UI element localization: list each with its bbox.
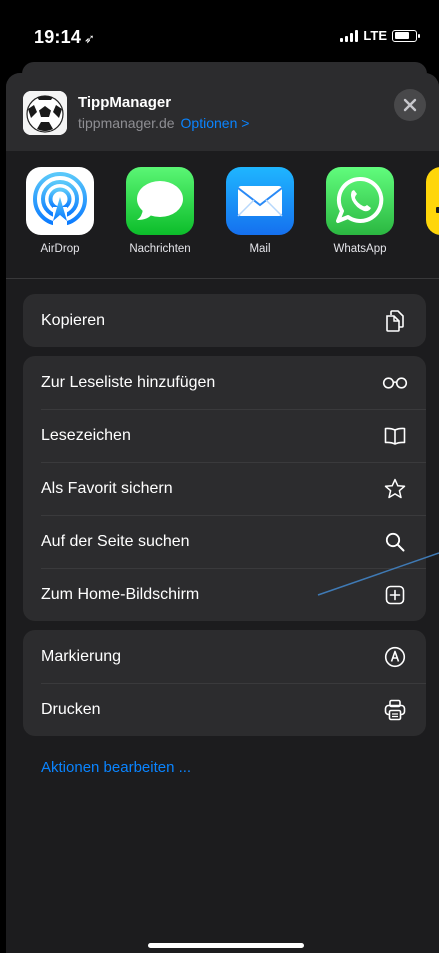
share-app-whatsapp[interactable]: WhatsApp	[314, 167, 406, 255]
share-url: tippmanager.de	[78, 115, 175, 131]
whatsapp-icon	[326, 167, 394, 235]
share-app-mail[interactable]: Mail	[214, 167, 306, 255]
share-header: TippManager tippmanager.de Optionen >	[6, 73, 439, 151]
home-indicator[interactable]	[148, 943, 304, 948]
share-app-airdrop[interactable]: AirDrop	[14, 167, 106, 255]
close-button[interactable]	[394, 89, 426, 121]
action-copy[interactable]: Kopieren	[23, 294, 426, 347]
action-label: Zur Leseliste hinzufügen	[41, 373, 216, 391]
star-icon	[382, 476, 408, 502]
action-label: Markierung	[41, 647, 122, 665]
markup-icon	[382, 644, 408, 670]
status-time: 19:14 ➶	[34, 27, 95, 48]
app-label-whatsapp: WhatsApp	[333, 243, 387, 255]
network-type: LTE	[363, 28, 387, 43]
location-arrow-icon: ➶	[84, 31, 96, 46]
status-indicators: LTE	[340, 28, 420, 43]
action-print[interactable]: Drucken	[23, 683, 426, 736]
battery-icon	[392, 29, 420, 42]
app-label-airdrop: AirDrop	[40, 243, 80, 255]
site-thumbnail-soccer-ball-icon	[23, 91, 67, 135]
clock: 19:14	[34, 27, 82, 47]
action-markup[interactable]: Markierung	[23, 630, 426, 683]
share-title: TippManager	[78, 94, 172, 111]
action-label: Kopieren	[41, 311, 106, 329]
edit-actions-link[interactable]: Aktionen bearbeiten ...	[41, 759, 191, 776]
app-label-messages: Nachrichten	[129, 243, 191, 255]
add-square-icon	[382, 582, 408, 608]
copy-icon	[382, 308, 408, 334]
print-icon	[382, 697, 408, 723]
search-icon	[382, 529, 408, 555]
close-icon	[403, 98, 417, 112]
app-label-mail: Mail	[249, 243, 271, 255]
share-app-partial[interactable]: S	[414, 167, 439, 255]
action-label: Auf der Seite suchen	[41, 532, 190, 550]
actions-group-copy: Kopieren	[23, 294, 426, 347]
share-subtitle: tippmanager.de Optionen >	[78, 115, 249, 131]
share-sheet: TippManager tippmanager.de Optionen > Ai…	[6, 73, 439, 953]
action-reading-list[interactable]: Zur Leseliste hinzufügen	[23, 356, 426, 409]
mail-icon	[226, 167, 294, 235]
battery-level	[394, 32, 409, 39]
action-find-on-page[interactable]: Auf der Seite suchen	[23, 515, 426, 568]
share-apps-row[interactable]: AirDrop Nachrichten Mail WhatsApp	[6, 155, 439, 265]
action-favorite[interactable]: Als Favorit sichern	[23, 462, 426, 515]
action-add-to-home-screen[interactable]: Zum Home-Bildschirm	[23, 568, 426, 621]
section-divider	[6, 278, 439, 279]
actions-group-tools: Markierung Drucken	[23, 630, 426, 736]
action-label: Als Favorit sichern	[41, 479, 173, 497]
action-bookmark[interactable]: Lesezeichen	[23, 409, 426, 462]
cellular-signal-icon	[340, 29, 359, 42]
messages-icon	[126, 167, 194, 235]
airdrop-icon	[26, 167, 94, 235]
share-app-messages[interactable]: Nachrichten	[114, 167, 206, 255]
options-link[interactable]: Optionen >	[181, 115, 250, 131]
action-label: Drucken	[41, 700, 101, 718]
actions-group-page: Zur Leseliste hinzufügen Lesezeichen Als…	[23, 356, 426, 621]
status-bar: 19:14 ➶ LTE	[0, 0, 439, 60]
app-label-partial: S	[414, 243, 439, 255]
partial-app-icon	[426, 167, 439, 235]
action-label: Zum Home-Bildschirm	[41, 585, 200, 603]
action-label: Lesezeichen	[41, 426, 131, 444]
book-icon	[382, 423, 408, 449]
glasses-icon	[382, 370, 408, 396]
